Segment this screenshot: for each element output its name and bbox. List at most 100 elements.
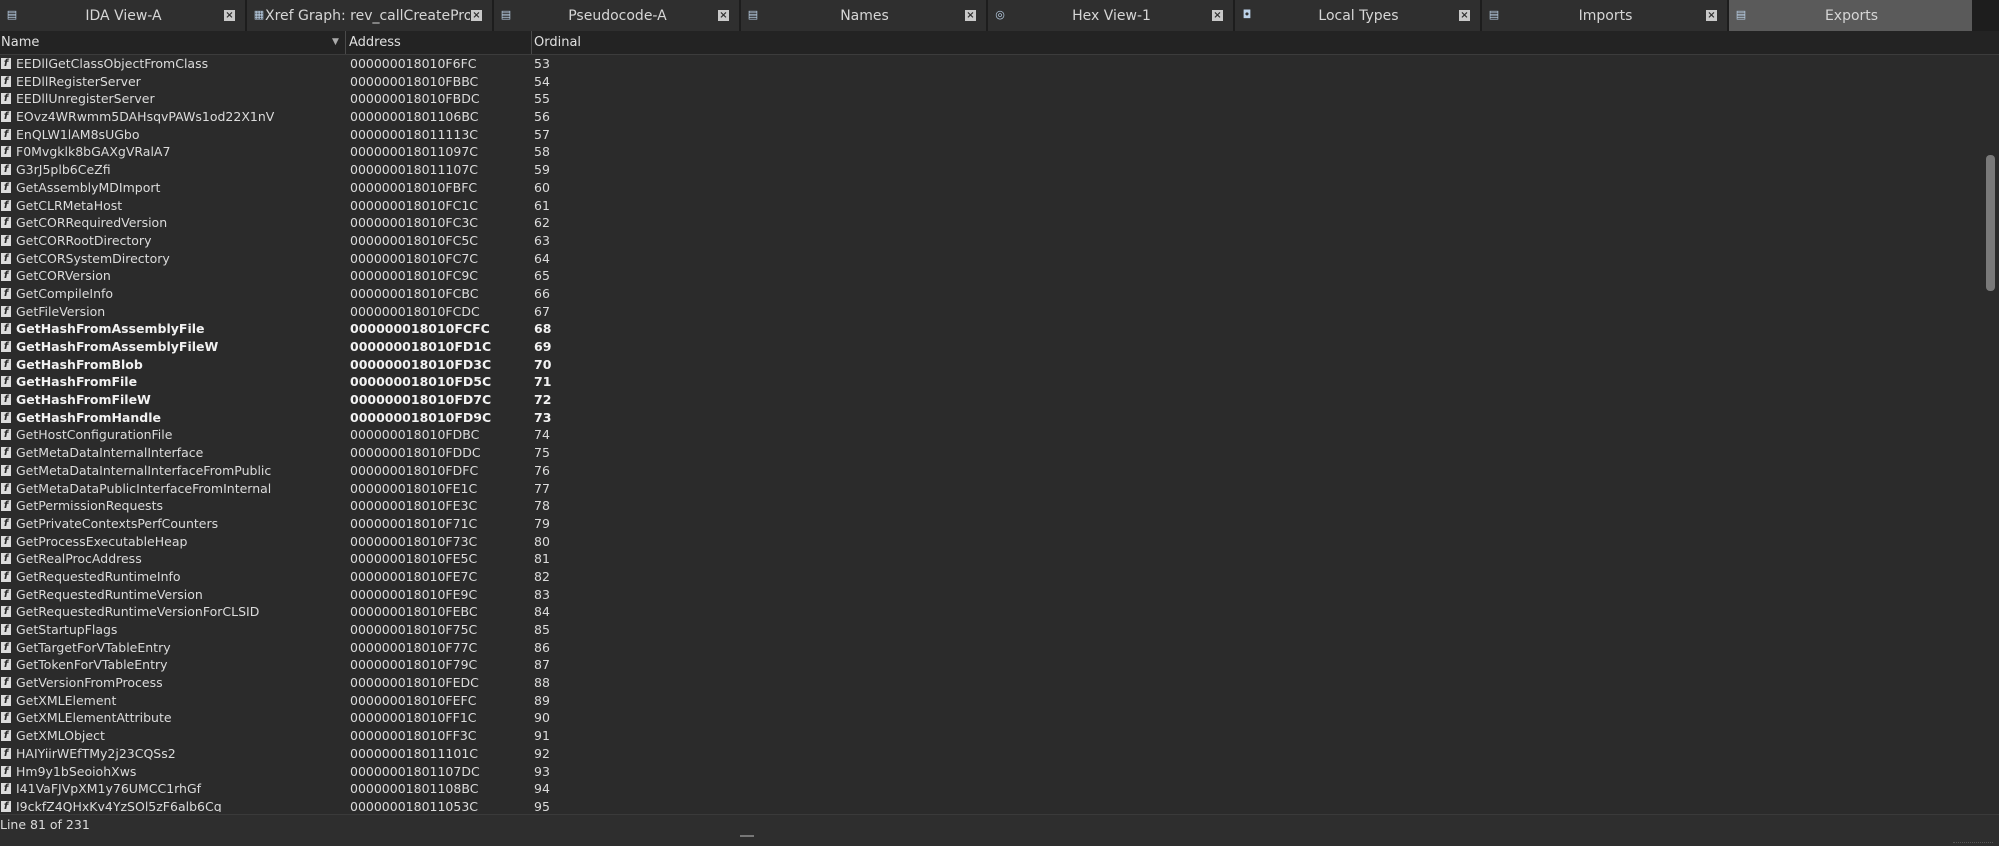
export-address: 000000018010F6FC xyxy=(350,56,477,71)
table-row[interactable]: f GetMetaDataInternalInterfaceFromPublic 0… xyxy=(0,462,1980,480)
export-address: 000000018010FC3C xyxy=(350,215,479,231)
tab-pseudocode-a[interactable]: ▤ Pseudocode-A × xyxy=(494,0,741,31)
close-icon[interactable]: × xyxy=(965,10,976,21)
export-name: GetMetaDataInternalInterfaceFromPublic xyxy=(16,462,272,478)
table-row[interactable]: f GetPermissionRequests 000000018010FE3C 78 xyxy=(0,497,1980,515)
table-row[interactable]: f GetHashFromHandle 000000018010FD9C 73 xyxy=(0,409,1980,427)
table-row[interactable]: f Hm9y1bSeoiohXws 00000001801107DC 93 xyxy=(0,763,1980,781)
table-row[interactable]: f EEDllRegisterServer 000000018010FBBC 54 xyxy=(0,73,1980,91)
column-header-address[interactable]: Address xyxy=(348,31,532,54)
resize-grip-icon[interactable] xyxy=(1953,838,1993,843)
table-row[interactable]: f HAIYiirWEfTMy2j23CQSs2 000000018011101C 9… xyxy=(0,745,1980,763)
export-name: GetHashFromAssemblyFileW xyxy=(16,339,219,354)
export-name: GetRequestedRuntimeVersionForCLSID xyxy=(16,604,260,620)
export-name: GetCORVersion xyxy=(16,268,111,284)
tab-label: Exports xyxy=(1824,8,1879,24)
function-icon: f xyxy=(1,287,11,299)
table-row[interactable]: f GetHashFromBlob 000000018010FD3C 70 xyxy=(0,356,1980,374)
table-row[interactable]: f GetRequestedRuntimeVersionForCLSID 00000… xyxy=(0,603,1980,621)
scrollbar-thumb[interactable] xyxy=(1986,155,1995,291)
export-address: 000000018010FD5C xyxy=(350,374,492,390)
export-ordinal: 76 xyxy=(534,462,550,478)
table-row[interactable]: f F0Mvgklk8bGAXgVRalA7 000000018011097C 58 xyxy=(0,143,1980,161)
tab-hex-view-1[interactable]: ◎ Hex View-1 × xyxy=(988,0,1235,31)
table-row[interactable]: f GetRequestedRuntimeVersion 000000018010F… xyxy=(0,586,1980,604)
function-icon: f xyxy=(1,588,11,600)
export-ordinal: 54 xyxy=(534,73,550,89)
table-row[interactable]: f GetAssemblyMDImport 000000018010FBFC 60 xyxy=(0,179,1980,197)
table-row[interactable]: f G3rJ5plb6CeZfi 000000018011107C 59 xyxy=(0,161,1980,179)
table-row[interactable]: f GetCompileInfo 000000018010FCBC 66 xyxy=(0,285,1980,303)
close-icon[interactable]: × xyxy=(1212,10,1223,21)
table-row[interactable]: f GetXMLObject 000000018010FF3C 91 xyxy=(0,727,1980,745)
export-address: 000000018011101C xyxy=(350,745,479,761)
table-row[interactable]: f GetStartupFlags 000000018010F75C 85 xyxy=(0,621,1980,639)
function-icon: f xyxy=(1,217,11,229)
tab-ida-view-a[interactable]: ▤ IDA View-A × xyxy=(0,0,247,31)
close-icon[interactable]: × xyxy=(224,10,235,21)
table-row[interactable]: f EnQLW1lAM8sUGbo 000000018011113C 57 xyxy=(0,126,1980,144)
close-icon[interactable]: × xyxy=(1459,10,1470,21)
table-row[interactable]: f GetCORVersion 000000018010FC9C 65 xyxy=(0,267,1980,285)
export-name: F0Mvgklk8bGAXgVRalA7 xyxy=(16,144,171,160)
export-address: 000000018010FBBC xyxy=(350,73,479,89)
table-row[interactable]: f GetCLRMetaHost 000000018010FC1C 61 xyxy=(0,197,1980,215)
export-address: 000000018010FC9C xyxy=(350,268,479,284)
table-row[interactable]: f GetRequestedRuntimeInfo 000000018010FE7C… xyxy=(0,568,1980,586)
tab-xref-graph-rev-callcreateprocessw[interactable]: ▦Xref Graph: rev_callCreateProcessW× xyxy=(247,0,494,31)
table-row[interactable]: f GetHostConfigurationFile 000000018010FDB… xyxy=(0,426,1980,444)
export-address: 000000018010F75C xyxy=(350,622,478,637)
table-row[interactable]: f GetTargetForVTableEntry 000000018010F77C… xyxy=(0,639,1980,657)
tab-exports[interactable]: ▤ Exports xyxy=(1729,0,1974,31)
export-address: 000000018010FBDC xyxy=(350,91,480,107)
exports-list[interactable]: f EEDllGetClassObjectFromClass 00000001801… xyxy=(0,55,1980,812)
tab-names[interactable]: ▤ Names × xyxy=(741,0,988,31)
table-row[interactable]: f EOvz4WRwmm5DAHsqvPAWs1od22X1nV 000000018… xyxy=(0,108,1980,126)
table-row[interactable]: f GetProcessExecutableHeap 000000018010F73… xyxy=(0,533,1980,551)
table-row[interactable]: f GetFileVersion 000000018010FCDC 67 xyxy=(0,303,1980,321)
function-icon: f xyxy=(1,429,11,441)
table-row[interactable]: f GetMetaDataInternalInterface 00000001801… xyxy=(0,444,1980,462)
export-name: GetCORRootDirectory xyxy=(16,232,152,248)
table-row[interactable]: f GetHashFromFileW 000000018010FD7C 72 xyxy=(0,391,1980,409)
function-icon: f xyxy=(1,234,11,246)
table-row[interactable]: f EEDllUnregisterServer 000000018010FBDC 55 xyxy=(0,90,1980,108)
table-row[interactable]: f GetXMLElement 000000018010FEFC 89 xyxy=(0,692,1980,710)
splitter-grip-icon[interactable] xyxy=(740,835,754,837)
close-icon[interactable]: × xyxy=(471,10,482,21)
close-icon[interactable]: × xyxy=(718,10,729,21)
status-line-counter: Line 81 of 231 xyxy=(0,817,90,832)
column-header-ordinal[interactable]: Ordinal xyxy=(533,31,734,54)
export-name: GetMetaDataPublicInterfaceFromInternal xyxy=(16,480,272,496)
table-row[interactable]: f GetVersionFromProcess 000000018010FEDC 88 xyxy=(0,674,1980,692)
function-icon: f xyxy=(1,747,11,759)
tab-imports[interactable]: ▤ Imports × xyxy=(1482,0,1729,31)
column-header-name[interactable]: Name ▼ xyxy=(0,31,346,54)
table-row[interactable]: f GetRealProcAddress 000000018010FE5C 81 xyxy=(0,550,1980,568)
vertical-scrollbar[interactable] xyxy=(1981,55,1999,812)
table-row[interactable]: f GetXMLElementAttribute 000000018010FF1C 9… xyxy=(0,709,1980,727)
export-ordinal: 64 xyxy=(534,250,550,266)
table-row[interactable]: f GetPrivateContextsPerfCounters 000000018… xyxy=(0,515,1980,533)
table-row[interactable]: f I41VaFJVpXM1y76UMCC1rhGf 00000001801108B… xyxy=(0,780,1980,798)
table-row[interactable]: f GetCORSystemDirectory 000000018010FC7C 64 xyxy=(0,250,1980,268)
table-row[interactable]: f GetTokenForVTableEntry 000000018010F79C 8… xyxy=(0,656,1980,674)
export-ordinal: 89 xyxy=(534,692,550,708)
export-ordinal: 67 xyxy=(534,303,550,319)
function-icon: f xyxy=(1,358,11,370)
table-row[interactable]: f GetCORRequiredVersion 000000018010FC3C 62 xyxy=(0,214,1980,232)
function-icon: f xyxy=(1,323,11,335)
export-name: HAIYiirWEfTMy2j23CQSs2 xyxy=(16,745,176,761)
export-name: GetHashFromBlob xyxy=(16,356,143,372)
names-icon: ▤ xyxy=(747,8,759,21)
tab-local-types[interactable]: ◘ Local Types × xyxy=(1235,0,1482,31)
table-row[interactable]: f GetHashFromFile 000000018010FD5C 71 xyxy=(0,373,1980,391)
table-row[interactable]: f GetCORRootDirectory 000000018010FC5C 63 xyxy=(0,232,1980,250)
table-row[interactable]: f GetMetaDataPublicInterfaceFromInternal 0… xyxy=(0,480,1980,498)
export-name: GetMetaDataInternalInterface xyxy=(16,445,204,461)
close-icon[interactable]: × xyxy=(1706,10,1717,21)
table-row[interactable]: f EEDllGetClassObjectFromClass 00000001801… xyxy=(0,55,1980,73)
table-row[interactable]: f I9ckfZ4QHxKv4YzSOl5zF6alb6Cq 00000001801… xyxy=(0,798,1980,812)
table-row[interactable]: f GetHashFromAssemblyFileW 000000018010FD1… xyxy=(0,338,1980,356)
table-row[interactable]: f GetHashFromAssemblyFile 000000018010FCFC… xyxy=(0,320,1980,338)
